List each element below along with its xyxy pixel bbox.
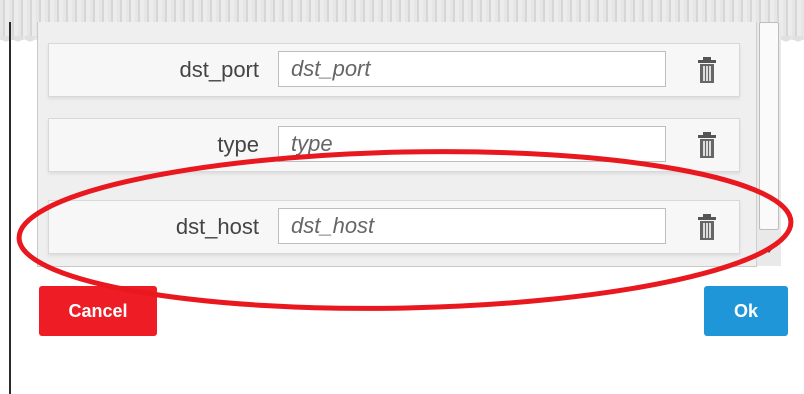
field-row-dst-port: dst_port	[48, 43, 740, 97]
field-label: dst_host	[175, 214, 259, 239]
field-row-type: type	[48, 118, 740, 172]
scrollbar-thumb[interactable]	[759, 22, 779, 230]
ok-button[interactable]: Ok	[704, 286, 788, 336]
trash-icon[interactable]	[697, 214, 717, 240]
type-input[interactable]	[278, 126, 666, 162]
field-label: dst_port	[179, 57, 260, 82]
dst-host-input[interactable]	[278, 208, 666, 244]
field-row-dst-host: dst_host	[48, 200, 740, 254]
cancel-button[interactable]: Cancel	[39, 286, 157, 336]
field-label: type	[217, 132, 259, 157]
dialog-left-border	[9, 22, 11, 394]
scroll-down-arrow-icon[interactable]	[765, 248, 773, 253]
trash-icon[interactable]	[697, 132, 717, 158]
dst-port-input[interactable]	[278, 51, 666, 87]
vertical-scrollbar[interactable]	[756, 22, 781, 266]
trash-icon[interactable]	[697, 57, 717, 83]
